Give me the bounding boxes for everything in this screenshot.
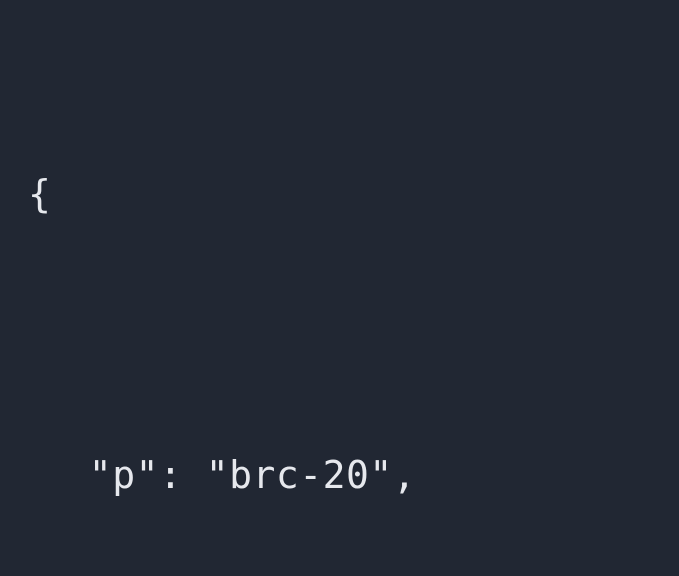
- brace-open: {: [28, 159, 679, 229]
- json-value: brc-20: [229, 453, 369, 497]
- json-pair: "p": "brc-20",: [28, 440, 679, 510]
- json-code-block: { "p": "brc-20", "op": "deploy", "tick":…: [0, 0, 679, 576]
- comma: ,: [393, 453, 416, 497]
- json-key: p: [112, 453, 135, 497]
